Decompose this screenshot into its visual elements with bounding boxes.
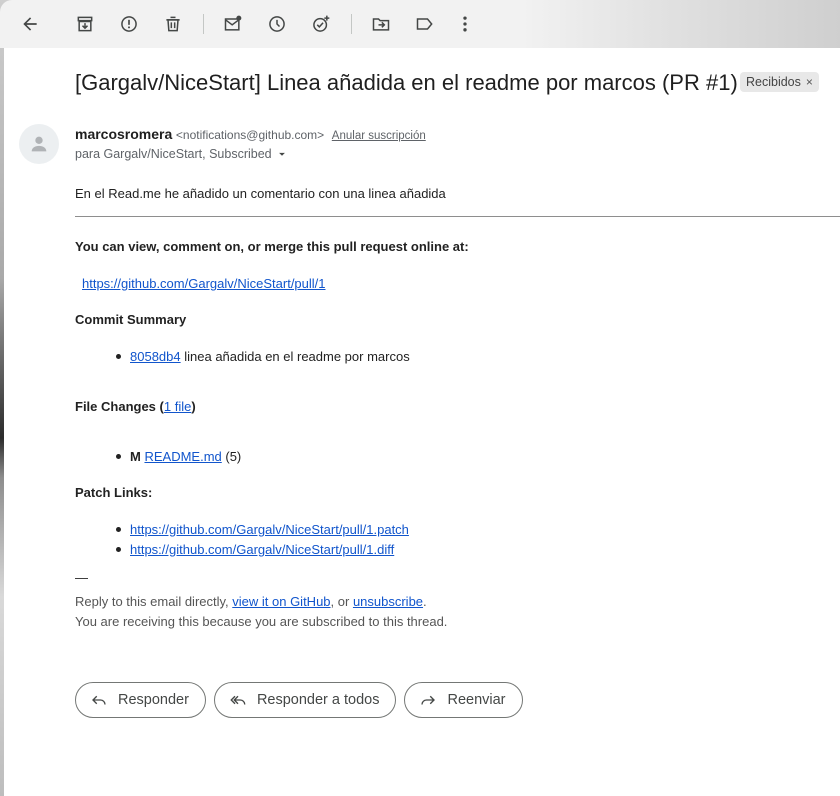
forward-button[interactable]: Reenviar — [404, 682, 523, 718]
file-changes-close: ) — [191, 399, 196, 414]
move-to-icon[interactable] — [367, 10, 395, 38]
email-subject: [Gargalv/NiceStart] Linea añadida en el … — [75, 70, 738, 95]
sender-name[interactable]: marcosromera — [75, 126, 172, 142]
file-changes-heading: File Changes (1 file) — [75, 399, 196, 414]
recipients-line: para Gargalv/NiceStart, Subscribed — [75, 147, 289, 161]
reply-line: Reply to this email directly, view it on… — [75, 594, 427, 609]
reply-label: Responder — [118, 692, 189, 708]
reply-end: . — [423, 594, 427, 609]
delete-icon[interactable] — [159, 10, 187, 38]
bullet — [116, 354, 121, 359]
bullet — [116, 454, 121, 459]
archive-icon[interactable] — [71, 10, 99, 38]
unsubscribe-link[interactable]: unsubscribe — [353, 594, 423, 609]
file-item: M README.md (5) — [130, 449, 241, 464]
inbox-label-chip: Recibidos × — [740, 72, 819, 92]
commit-hash-link[interactable]: 8058db4 — [130, 349, 181, 364]
file-change-count: (5) — [221, 449, 242, 464]
commit-item: 8058db4 linea añadida en el readme por m… — [130, 349, 410, 364]
reply-all-icon — [230, 695, 246, 705]
report-spam-icon[interactable] — [115, 10, 143, 38]
file-changes-link[interactable]: 1 file — [164, 399, 191, 414]
arrow-back-icon[interactable] — [16, 10, 44, 38]
reply-button[interactable]: Responder — [75, 682, 206, 718]
forward-icon — [421, 695, 436, 705]
person-icon — [31, 136, 47, 152]
file-changes-label: File Changes ( — [75, 399, 164, 414]
commit-message: linea añadida en el readme por marcos — [180, 349, 410, 364]
chevron-down-icon[interactable] — [275, 147, 289, 161]
toolbar — [0, 0, 840, 48]
intro-text: En el Read.me he añadido un comentario c… — [75, 186, 446, 201]
pr-link[interactable]: https://github.com/Gargalv/NiceStart/pul… — [82, 276, 326, 291]
unsubscribe-top-link[interactable]: Anular suscripción — [332, 130, 426, 142]
file-status: M — [130, 449, 141, 464]
bullet — [116, 547, 121, 552]
reply-all-button[interactable]: Responder a todos — [213, 682, 397, 718]
recipients-text: para Gargalv/NiceStart, Subscribed — [75, 147, 272, 161]
sender-line: marcosromera <notifications@github.com> … — [75, 126, 426, 142]
reply-prefix: Reply to this email directly, — [75, 594, 233, 609]
label-text: Recibidos — [746, 75, 801, 89]
signature-dash: — — [75, 570, 88, 585]
view-heading: You can view, comment on, or merge this … — [75, 239, 469, 254]
readme-link[interactable]: README.md — [144, 449, 221, 464]
patch-links-heading: Patch Links: — [75, 485, 153, 500]
patch-link[interactable]: https://github.com/Gargalv/NiceStart/pul… — [130, 522, 409, 537]
reply-icon — [92, 695, 106, 705]
reply-all-label: Responder a todos — [256, 692, 380, 708]
avatar — [19, 124, 59, 164]
snooze-icon[interactable] — [263, 10, 291, 38]
email-panel: [Gargalv/NiceStart] Linea añadida en el … — [4, 48, 840, 796]
view-on-github-link[interactable]: view it on GitHub — [232, 594, 330, 609]
diff-link[interactable]: https://github.com/Gargalv/NiceStart/pul… — [130, 542, 394, 557]
commit-summary-heading: Commit Summary — [75, 312, 187, 327]
add-task-icon[interactable] — [307, 10, 335, 38]
receiving-note: You are receiving this because you are s… — [75, 614, 448, 629]
sender-email: <notifications@github.com> — [175, 128, 325, 142]
divider — [75, 216, 840, 217]
forward-label: Reenviar — [447, 692, 506, 708]
reply-mid: , or — [330, 594, 353, 609]
toolbar-separator — [351, 14, 352, 34]
label-icon[interactable] — [411, 10, 439, 38]
email-actions: Responder Responder a todos Reenviar — [75, 682, 523, 718]
remove-label-icon[interactable]: × — [806, 75, 813, 89]
mark-unread-icon[interactable] — [219, 10, 247, 38]
more-vert-icon[interactable] — [451, 10, 479, 38]
toolbar-separator — [203, 14, 204, 34]
bullet — [116, 527, 121, 532]
